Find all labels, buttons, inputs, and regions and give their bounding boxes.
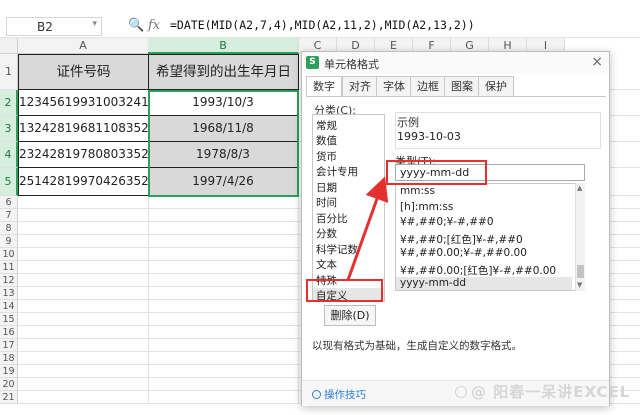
cell-a5[interactable]: 251428199704263523 <box>18 168 149 196</box>
delete-button[interactable]: 删除(D) <box>324 305 376 326</box>
row-header-16[interactable]: 16 <box>0 326 18 339</box>
watermark-text: @ 阳春一呆讲EXCEL <box>471 383 631 401</box>
category-item[interactable]: 货币 <box>316 149 337 164</box>
cell-a4[interactable]: 232428197808033524 <box>18 142 149 168</box>
format-list[interactable]: mm:ss [h]:mm:ss ¥#,##0;¥-#,##0 ¥#,##0;[红… <box>395 183 585 291</box>
cell-a3[interactable]: 132428196811083523 <box>18 116 149 142</box>
app-icon: S <box>306 56 319 69</box>
row-header-1[interactable]: 1 <box>0 54 18 90</box>
row-header-6[interactable]: 6 <box>0 196 18 209</box>
row-header-8[interactable]: 8 <box>0 222 18 235</box>
sample-value: 1993-10-03 <box>397 130 461 143</box>
row-header-2[interactable]: 2 <box>0 90 18 116</box>
scroll-thumb[interactable] <box>577 265 584 278</box>
cell-b5[interactable]: 1997/4/26 <box>148 168 299 196</box>
row-header-14[interactable]: 14 <box>0 300 18 313</box>
tab-font[interactable]: 字体 <box>376 76 412 96</box>
cell-reference: B2 <box>37 20 53 34</box>
format-cells-dialog: S 单元格格式 × 数字 对齐 字体 边框 图案 保护 分类(C): 常规 数值… <box>301 51 610 406</box>
row-header-17[interactable]: 17 <box>0 339 18 352</box>
close-icon[interactable]: × <box>591 54 603 70</box>
formula-bar: B2 ▾ 🔍 fx =DATE(MID(A2,7,4),MID(A2,11,2)… <box>0 0 640 38</box>
cell-b3[interactable]: 1968/11/8 <box>148 116 299 142</box>
row-header-18[interactable]: 18 <box>0 352 18 365</box>
category-item[interactable]: 时间 <box>316 195 337 210</box>
tips-link[interactable]: 操作技巧 <box>312 387 366 402</box>
header-cell-a[interactable]: 证件号码 <box>18 54 149 90</box>
row-header-20[interactable]: 20 <box>0 378 18 391</box>
formula-input[interactable]: =DATE(MID(A2,7,4),MID(A2,11,2),MID(A2,13… <box>170 18 475 32</box>
category-item[interactable]: 会计专用 <box>316 164 358 179</box>
name-box[interactable]: B2 ▾ <box>6 17 102 36</box>
row-header-4[interactable]: 4 <box>0 142 18 168</box>
dialog-title-bar[interactable]: S 单元格格式 × <box>302 52 609 74</box>
row-header-12[interactable]: 12 <box>0 274 18 287</box>
format-item[interactable]: [h]:mm:ss <box>400 201 453 213</box>
column-header-b[interactable]: B <box>148 38 299 54</box>
format-list-scrollbar[interactable]: ▲ ▼ <box>575 183 585 291</box>
sample-label: 示例 <box>397 116 419 129</box>
category-item[interactable]: 日期 <box>316 180 337 195</box>
fx-icon[interactable]: fx <box>148 18 160 33</box>
category-list[interactable]: 常规 数值 货币 会计专用 日期 时间 百分比 分数 科学记数 文本 特殊 自定… <box>312 114 385 302</box>
select-all-corner[interactable] <box>0 38 18 54</box>
row-header-19[interactable]: 19 <box>0 365 18 378</box>
category-item[interactable]: 百分比 <box>316 211 348 226</box>
cell-a2[interactable]: 123456199310032415 <box>18 90 149 116</box>
scroll-down-icon[interactable]: ▼ <box>577 281 582 289</box>
watermark: @ 阳春一呆讲EXCEL <box>455 381 630 402</box>
format-item-selected[interactable]: yyyy-mm-dd <box>396 277 572 290</box>
tab-number[interactable]: 数字 <box>306 76 342 97</box>
type-input[interactable]: yyyy-mm-dd <box>395 164 585 181</box>
format-item[interactable]: ¥#,##0.00;[红色]¥-#,##0.00 <box>400 263 556 278</box>
format-item[interactable]: mm:ss <box>400 185 435 197</box>
cell-b2[interactable]: 1993/10/3 <box>148 90 299 116</box>
row-header-3[interactable]: 3 <box>0 116 18 142</box>
sample-box: 示例 1993-10-03 <box>395 114 601 144</box>
dialog-title: 单元格格式 <box>324 58 379 71</box>
zoom-icon[interactable]: 🔍 <box>128 18 144 33</box>
row-header-21[interactable]: 21 <box>0 391 18 404</box>
category-item[interactable]: 文本 <box>316 257 337 272</box>
tips-label: 操作技巧 <box>324 389 366 401</box>
row-header-15[interactable]: 15 <box>0 313 18 326</box>
row-header-11[interactable]: 11 <box>0 261 18 274</box>
format-description: 以现有格式为基础，生成自定义的数字格式。 <box>312 340 522 352</box>
category-item[interactable]: 特殊 <box>316 273 337 288</box>
format-item[interactable]: ¥#,##0;¥-#,##0 <box>400 216 494 228</box>
cell-b4[interactable]: 1978/8/3 <box>148 142 299 168</box>
row-header-13[interactable]: 13 <box>0 287 18 300</box>
tab-divider <box>306 96 606 97</box>
tab-pattern[interactable]: 图案 <box>444 76 480 96</box>
row-header-9[interactable]: 9 <box>0 235 18 248</box>
chevron-down-icon[interactable]: ▾ <box>92 19 97 29</box>
format-item[interactable]: ¥#,##0;[红色]¥-#,##0 <box>400 232 523 247</box>
category-item[interactable]: 科学记数 <box>316 242 358 257</box>
category-item[interactable]: 分数 <box>316 226 337 241</box>
format-item[interactable]: ¥#,##0.00;¥-#,##0.00 <box>400 247 527 259</box>
scroll-up-icon[interactable]: ▲ <box>577 184 582 192</box>
category-item-custom[interactable]: 自定义 <box>313 288 384 301</box>
category-item[interactable]: 数值 <box>316 133 337 148</box>
lightbulb-icon <box>312 390 321 399</box>
row-header-10[interactable]: 10 <box>0 248 18 261</box>
watermark-icon <box>455 386 467 398</box>
row-header-5[interactable]: 5 <box>0 168 18 196</box>
category-item[interactable]: 常规 <box>316 118 337 133</box>
row-header-7[interactable]: 7 <box>0 209 18 222</box>
tab-protection[interactable]: 保护 <box>478 76 514 96</box>
column-header-a[interactable]: A <box>18 38 149 54</box>
tab-border[interactable]: 边框 <box>410 76 446 96</box>
header-cell-b[interactable]: 希望得到的出生年月日 <box>148 54 299 90</box>
tab-alignment[interactable]: 对齐 <box>342 76 378 96</box>
